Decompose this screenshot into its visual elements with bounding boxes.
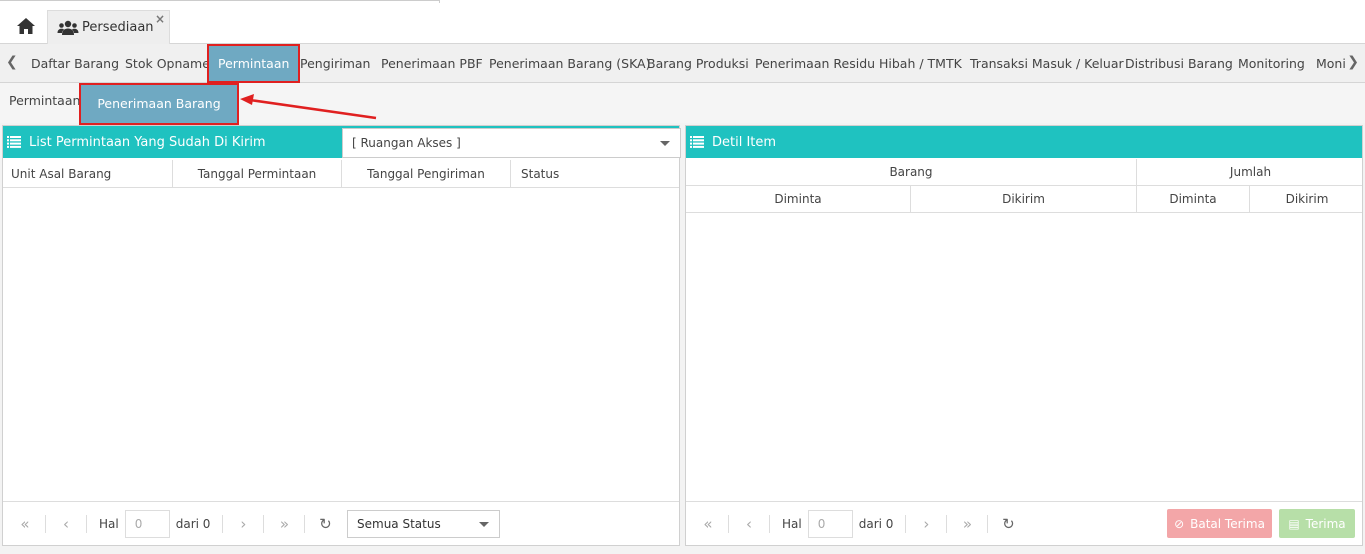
status-filter-value: Semua Status [357, 517, 441, 531]
request-list-panel: List Permintaan Yang Sudah Di Kirim [ Ru… [2, 125, 681, 546]
terima-label: Terima [1305, 516, 1346, 531]
prev-page-icon[interactable]: ‹ [735, 515, 763, 533]
menu-item-pengiriman[interactable]: Pengiriman [300, 44, 370, 83]
panel-title: List Permintaan Yang Sudah Di Kirim [29, 134, 266, 150]
menu-item-permintaan[interactable]: Permintaan [206, 44, 301, 83]
first-page-icon[interactable]: « [694, 515, 722, 533]
pager: « ‹ Hal 0 dari 0 › » ↻ [694, 502, 1022, 546]
terima-button[interactable]: ▤ Terima [1279, 509, 1355, 538]
page-label: Hal [99, 517, 119, 531]
next-page-icon[interactable]: › [229, 515, 257, 533]
top-divider [0, 0, 440, 3]
col-barang-dikirim[interactable]: Dikirim [911, 186, 1137, 213]
page-label: Hal [782, 517, 802, 531]
menu-item-daftar-barang[interactable]: Daftar Barang [31, 44, 119, 83]
ban-icon: ⊘ [1174, 516, 1185, 531]
room-access-value: [ Ruangan Akses ] [352, 136, 461, 150]
menu-item-moni[interactable]: Moni [1316, 44, 1346, 83]
menu-item-hibah-tmtk[interactable]: Hibah / TMTK [879, 44, 962, 83]
sub-tab-bar: Permintaan Penerimaan Barang Baru [0, 83, 1365, 149]
chevron-left-icon[interactable]: ❮ [6, 54, 18, 70]
col-status[interactable]: Status [511, 160, 681, 188]
app-tab-label: Persediaan [82, 20, 154, 35]
menu-item-distribusi-barang[interactable]: Distribusi Barang [1125, 44, 1233, 83]
status-filter-select[interactable]: Semua Status [347, 510, 500, 538]
room-access-select[interactable]: [ Ruangan Akses ] [342, 128, 681, 158]
refresh-icon[interactable]: ↻ [994, 515, 1022, 533]
chevron-right-icon[interactable]: ❯ [1347, 54, 1359, 70]
subtab-penerimaan-barang-baru[interactable]: Penerimaan Barang Baru [79, 83, 239, 149]
col-jumlah-diminta[interactable]: Diminta [1137, 186, 1250, 213]
col-barang-diminta[interactable]: Diminta [686, 186, 911, 213]
col-tanggal-permintaan[interactable]: Tanggal Permintaan [173, 160, 342, 188]
page-input[interactable]: 0 [807, 510, 853, 538]
first-page-icon[interactable]: « [11, 515, 39, 533]
module-menu: ❮ Daftar Barang Stok Opname Permintaan P… [0, 44, 1365, 83]
annotation-arrow [240, 94, 377, 120]
menu-item-stok-opname[interactable]: Stok Opname [125, 44, 210, 83]
menu-item-penerimaan-pbf[interactable]: Penerimaan PBF [381, 44, 483, 83]
list-icon [690, 136, 704, 148]
users-icon [57, 20, 79, 35]
panel-title: Detil Item [712, 134, 777, 150]
menu-item-barang-produksi[interactable]: Barang Produksi [647, 44, 749, 83]
batal-terima-button[interactable]: ⊘ Batal Terima [1167, 509, 1272, 538]
page-total: dari 0 [858, 517, 894, 531]
top-tab-strip: Persediaan × [0, 0, 1365, 44]
last-page-icon[interactable]: » [953, 515, 981, 533]
app-tab-persediaan[interactable]: Persediaan × [47, 10, 170, 44]
sub-header: Diminta Dikirim Diminta Dikirim [686, 186, 1362, 213]
col-group-barang: Barang [686, 159, 1137, 186]
subtab-permintaan[interactable]: Permintaan [9, 93, 80, 108]
group-header: Barang Jumlah [686, 159, 1362, 186]
list-icon [7, 136, 21, 148]
col-unit-asal-barang[interactable]: Unit Asal Barang [3, 160, 173, 188]
item-detail-panel: Detil Item Barang Jumlah Diminta Dikirim… [685, 125, 1363, 546]
menu-item-penerimaan-barang-ska[interactable]: Penerimaan Barang (SKA) [489, 44, 650, 83]
save-icon: ▤ [1288, 516, 1300, 531]
close-icon[interactable]: × [155, 12, 165, 26]
col-jumlah-dikirim[interactable]: Dikirim [1250, 186, 1364, 213]
prev-page-icon[interactable]: ‹ [52, 515, 80, 533]
caret-down-icon [479, 522, 489, 527]
page: Persediaan × ❮ Daftar Barang Stok Opname… [0, 0, 1365, 554]
page-input[interactable]: 0 [124, 510, 170, 538]
batal-terima-label: Batal Terima [1190, 516, 1265, 531]
pager: « ‹ Hal 0 dari 0 › » ↻ [11, 502, 339, 546]
menu-item-transaksi-masuk-keluar[interactable]: Transaksi Masuk / Keluar [970, 44, 1124, 83]
caret-down-icon [660, 141, 670, 146]
home-icon [17, 18, 35, 34]
col-tanggal-pengiriman[interactable]: Tanggal Pengiriman [342, 160, 511, 188]
last-page-icon[interactable]: » [270, 515, 298, 533]
menu-item-monitoring[interactable]: Monitoring [1238, 44, 1305, 83]
next-page-icon[interactable]: › [912, 515, 940, 533]
home-button[interactable] [8, 10, 44, 42]
page-total: dari 0 [175, 517, 211, 531]
refresh-icon[interactable]: ↻ [311, 515, 339, 533]
col-group-jumlah: Jumlah [1229, 165, 1272, 179]
table-header: Unit Asal Barang Tanggal Permintaan Tang… [3, 160, 679, 188]
menu-item-penerimaan-residu[interactable]: Penerimaan Residu [755, 44, 875, 83]
left-pagination: « ‹ Hal 0 dari 0 › » ↻ Semua Status [3, 501, 679, 545]
right-pagination: « ‹ Hal 0 dari 0 › » ↻ ⊘ Batal Terima ▤ [686, 501, 1362, 545]
item-detail-header: Detil Item [686, 126, 1362, 158]
